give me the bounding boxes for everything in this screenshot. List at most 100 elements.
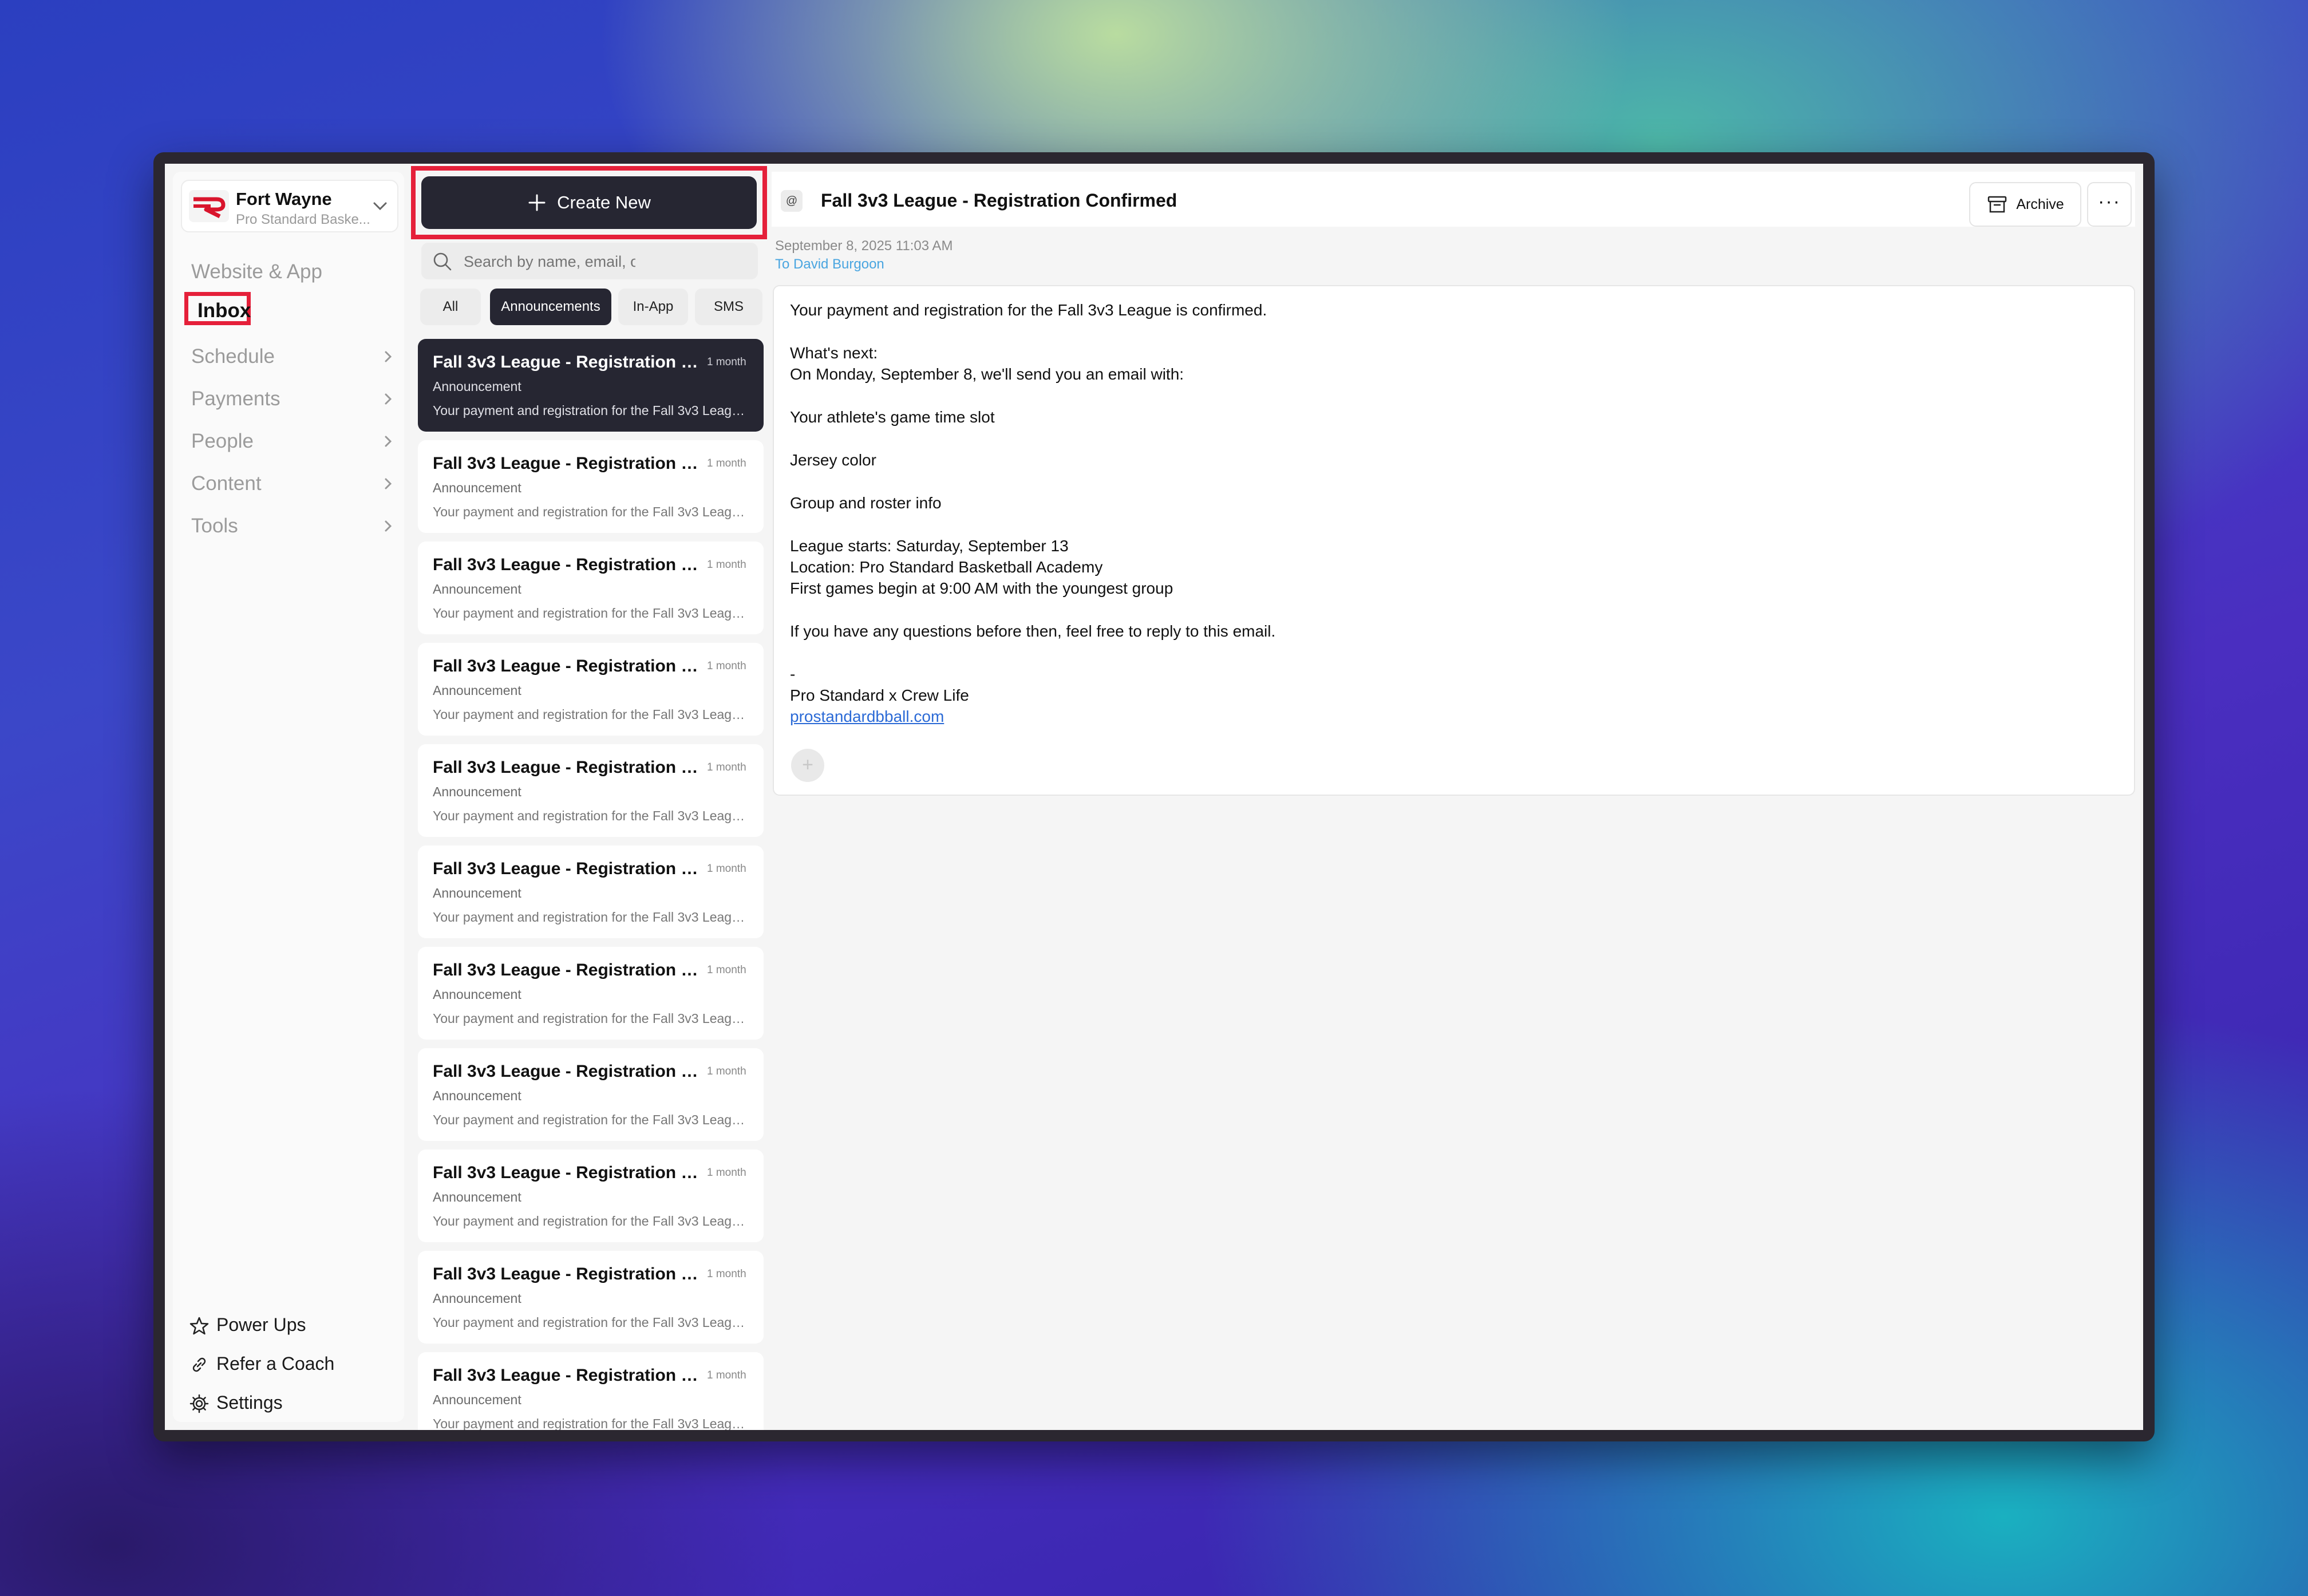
search-box: [421, 243, 758, 279]
archive-icon: [1988, 196, 2007, 213]
chevron-right-icon: [385, 520, 392, 532]
message-type: Announcement: [433, 379, 521, 394]
message-list-item[interactable]: Fall 3v3 League - Registration Confirmed…: [418, 643, 764, 736]
message-preview: Your payment and registration for the Fa…: [433, 707, 750, 722]
sidebar: Fort Wayne Pro Standard Baske... Website…: [173, 172, 404, 1422]
add-reaction-button[interactable]: +: [791, 749, 824, 782]
message-list-item[interactable]: Fall 3v3 League - Registration Confirmed…: [418, 1149, 764, 1242]
sidebar-item-label: Tools: [191, 515, 238, 537]
sidebar-item-label: Power Ups: [216, 1314, 306, 1335]
search-input[interactable]: [463, 248, 637, 275]
sidebar-item-label: Schedule: [191, 345, 275, 368]
sidebar-item-inbox[interactable]: Inbox: [184, 292, 251, 325]
message-type: Announcement: [433, 987, 521, 1002]
sidebar-item-label: People: [191, 430, 254, 452]
message-list-item[interactable]: Fall 3v3 League - Registration Confirmed…: [418, 542, 764, 634]
message-title: Fall 3v3 League - Registration Confirmed: [433, 859, 704, 878]
message-type: Announcement: [433, 582, 521, 596]
message-preview: Your payment and registration for the Fa…: [433, 1315, 750, 1330]
body-line: Jersey color: [790, 451, 876, 469]
message-list-item[interactable]: Fall 3v3 League - Registration Confirmed…: [418, 1251, 764, 1344]
message-list-item[interactable]: Fall 3v3 League - Registration Confirmed…: [418, 1352, 764, 1430]
message-time: 1 month: [707, 1167, 746, 1179]
message-time: 1 month: [707, 1268, 746, 1280]
message-detail-pane: @ Fall 3v3 League - Registration Confirm…: [772, 164, 2143, 1430]
sidebar-item-payments[interactable]: Payments: [191, 388, 392, 410]
message-time: 1 month: [707, 863, 746, 875]
org-name: Fort Wayne: [236, 189, 332, 209]
message-list-item[interactable]: Fall 3v3 League - Registration Confirmed…: [418, 947, 764, 1040]
message-type: Announcement: [433, 1190, 521, 1204]
star-icon: [189, 1317, 209, 1335]
sidebar-item-schedule[interactable]: Schedule: [191, 345, 392, 368]
chevron-right-icon: [385, 478, 392, 489]
body-line: Your payment and registration for the Fa…: [790, 301, 1267, 319]
email-channel-badge: @: [781, 190, 803, 212]
archive-button[interactable]: Archive: [1969, 182, 2081, 227]
chevron-right-icon: [385, 393, 392, 405]
sidebar-item-people[interactable]: People: [191, 430, 392, 453]
body-line: Location: Pro Standard Basketball Academ…: [790, 558, 1103, 576]
message-list-item[interactable]: Fall 3v3 League - Registration Confirmed…: [418, 1048, 764, 1141]
org-switcher[interactable]: Fort Wayne Pro Standard Baske...: [181, 180, 398, 232]
message-preview: Your payment and registration for the Fa…: [433, 1112, 750, 1127]
body-line: Your athlete's game time slot: [790, 408, 995, 426]
message-time: 1 month: [707, 1065, 746, 1077]
message-title: Fall 3v3 League - Registration Confirmed: [433, 353, 704, 372]
message-list-column: Create New All Announcements In-App SMS …: [410, 164, 770, 1430]
sidebar-item-content[interactable]: Content: [191, 472, 392, 495]
message-date: September 8, 2025 11:03 AM: [775, 238, 953, 254]
message-list-item[interactable]: Fall 3v3 League - Registration Confirmed…: [418, 339, 764, 432]
message-title: Fall 3v3 League - Registration Confirmed: [433, 1062, 704, 1081]
message-subject: Fall 3v3 League - Registration Confirmed: [821, 190, 1177, 211]
plus-icon: [528, 194, 546, 211]
filter-tab-all[interactable]: All: [420, 289, 481, 325]
filter-tab-announcements[interactable]: Announcements: [490, 289, 611, 325]
message-preview: Your payment and registration for the Fa…: [433, 403, 750, 418]
chevron-down-icon: [373, 202, 387, 211]
message-type: Announcement: [433, 1392, 521, 1407]
message-preview: Your payment and registration for the Fa…: [433, 1416, 750, 1430]
org-subtitle: Pro Standard Baske...: [236, 212, 370, 227]
message-list-item[interactable]: Fall 3v3 League - Registration Confirmed…: [418, 440, 764, 533]
filter-tab-in-app[interactable]: In-App: [618, 289, 688, 325]
more-options-button[interactable]: ···: [2087, 182, 2132, 227]
message-title: Fall 3v3 League - Registration Confirmed: [433, 758, 704, 777]
body-line: -: [790, 665, 796, 683]
sidebar-item-label: Refer a Coach: [216, 1353, 335, 1374]
message-preview: Your payment and registration for the Fa…: [433, 606, 750, 621]
chevron-right-icon: [385, 351, 392, 362]
link-icon: [192, 1357, 206, 1372]
message-recipient[interactable]: To David Burgoon: [775, 256, 884, 272]
app-screen: Fort Wayne Pro Standard Baske... Website…: [165, 164, 2143, 1430]
message-body: Your payment and registration for the Fa…: [773, 285, 2135, 796]
message-list-item[interactable]: Fall 3v3 League - Registration Confirmed…: [418, 846, 764, 938]
website-link[interactable]: prostandardbball.com: [790, 708, 944, 726]
body-line: League starts: Saturday, September 13: [790, 537, 1069, 555]
body-line: Group and roster info: [790, 494, 942, 512]
gear-icon: [189, 1394, 209, 1413]
body-line: On Monday, September 8, we'll send you a…: [790, 365, 1184, 383]
create-new-highlight: Create New: [411, 166, 767, 239]
message-type: Announcement: [433, 886, 521, 900]
message-title: Fall 3v3 League - Registration Confirmed: [433, 1366, 704, 1385]
message-title: Fall 3v3 League - Registration Confirmed: [433, 555, 704, 574]
filter-tab-sms[interactable]: SMS: [695, 289, 762, 325]
message-preview: Your payment and registration for the Fa…: [433, 1214, 750, 1228]
org-logo-icon: [189, 190, 229, 222]
sidebar-item-label: Settings: [216, 1392, 283, 1413]
message-list-item[interactable]: Fall 3v3 League - Registration Confirmed…: [418, 744, 764, 837]
body-line: If you have any questions before then, f…: [790, 622, 1276, 640]
message-time: 1 month: [707, 356, 746, 368]
message-title: Fall 3v3 League - Registration Confirmed: [433, 961, 704, 979]
message-time: 1 month: [707, 761, 746, 773]
message-type: Announcement: [433, 480, 521, 495]
message-type: Announcement: [433, 1088, 521, 1103]
create-new-button[interactable]: Create New: [421, 176, 757, 229]
sidebar-item-tools[interactable]: Tools: [191, 515, 392, 538]
message-preview: Your payment and registration for the Fa…: [433, 504, 750, 519]
archive-label: Archive: [2016, 196, 2064, 212]
sidebar-item-label: Content: [191, 472, 262, 495]
message-preview: Your payment and registration for the Fa…: [433, 910, 750, 925]
sidebar-item-website-app[interactable]: Website & App: [191, 260, 322, 283]
